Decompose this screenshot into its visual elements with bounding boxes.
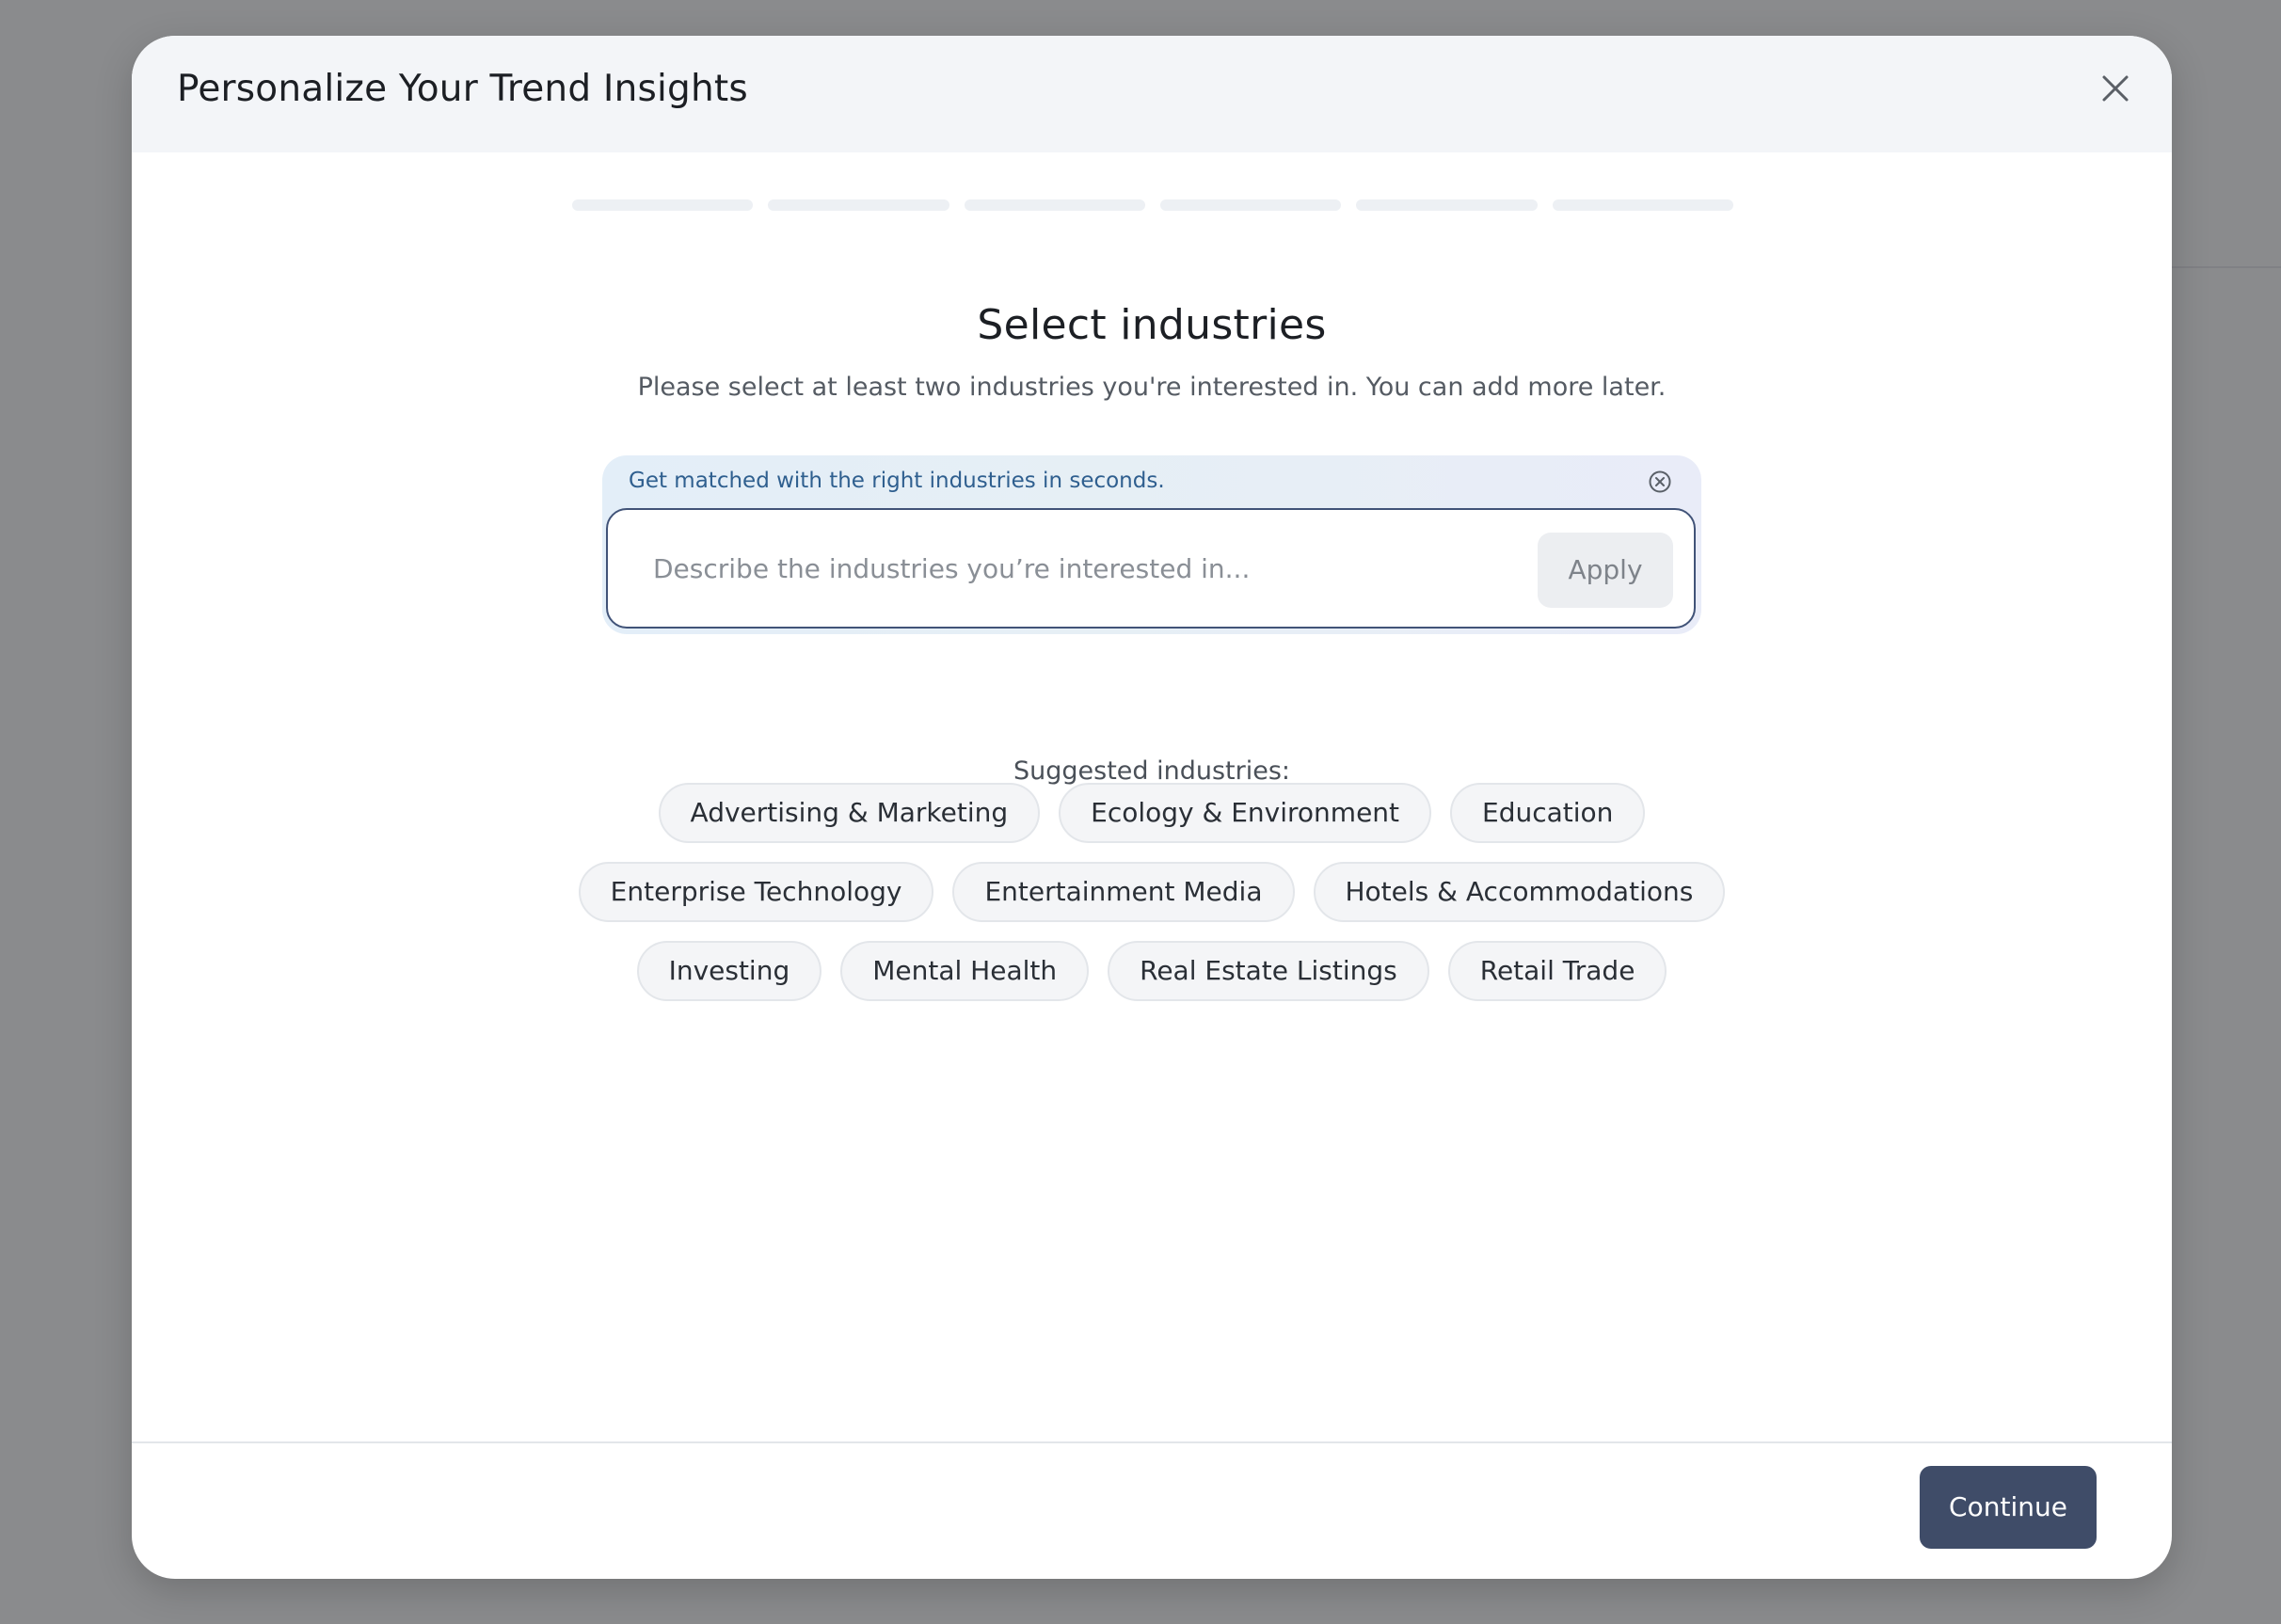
apply-button[interactable]: Apply <box>1538 533 1673 608</box>
circle-x-icon <box>1649 470 1671 493</box>
step-progress-bar <box>572 199 1733 211</box>
progress-step-2 <box>768 199 949 211</box>
industry-chip-ecology-environment[interactable]: Ecology & Environment <box>1059 783 1432 843</box>
progress-step-4 <box>1159 199 1342 211</box>
modal-header: Personalize Your Trend Insights <box>132 36 2172 152</box>
industry-chip-enterprise-technology[interactable]: Enterprise Technology <box>578 862 934 922</box>
close-icon <box>2102 75 2129 102</box>
progress-step-6 <box>1552 199 1733 211</box>
suggested-row-2: Enterprise Technology Entertainment Medi… <box>132 862 2172 922</box>
industry-chip-advertising-marketing[interactable]: Advertising & Marketing <box>658 783 1041 843</box>
industry-chip-retail-trade[interactable]: Retail Trade <box>1447 941 1667 1001</box>
step-subtitle: Please select at least two industries yo… <box>637 373 1667 402</box>
footer-divider <box>132 1441 2172 1443</box>
industry-chip-education[interactable]: Education <box>1450 783 1646 843</box>
personalize-modal: Personalize Your Trend Insights Select i… <box>132 36 2172 1579</box>
progress-step-1 <box>572 199 754 211</box>
ai-match-hint: Get matched with the right industries in… <box>629 469 1165 493</box>
industry-chip-entertainment-media[interactable]: Entertainment Media <box>952 862 1295 922</box>
industry-chip-investing[interactable]: Investing <box>636 941 822 1001</box>
progress-step-3 <box>964 199 1145 211</box>
modal-title: Personalize Your Trend Insights <box>177 68 748 110</box>
industry-description-input[interactable] <box>634 534 1519 602</box>
industry-chip-mental-health[interactable]: Mental Health <box>840 941 1090 1001</box>
industry-search-field: Apply <box>606 508 1696 629</box>
dismiss-hint-button[interactable] <box>1647 469 1673 495</box>
background-divider <box>2172 266 2281 268</box>
ai-match-box: Get matched with the right industries in… <box>602 455 1701 634</box>
suggested-industries-label: Suggested industries: <box>1013 756 1291 786</box>
industry-chip-real-estate-listings[interactable]: Real Estate Listings <box>1108 941 1429 1001</box>
step-title: Select industries <box>977 301 1327 349</box>
close-button[interactable] <box>2097 70 2134 107</box>
suggested-row-1: Advertising & Marketing Ecology & Enviro… <box>132 783 2172 843</box>
industry-chip-hotels-accommodations[interactable]: Hotels & Accommodations <box>1313 862 1726 922</box>
suggested-row-3: Investing Mental Health Real Estate List… <box>132 941 2172 1001</box>
progress-step-5 <box>1356 199 1538 211</box>
continue-button[interactable]: Continue <box>1920 1466 2097 1549</box>
